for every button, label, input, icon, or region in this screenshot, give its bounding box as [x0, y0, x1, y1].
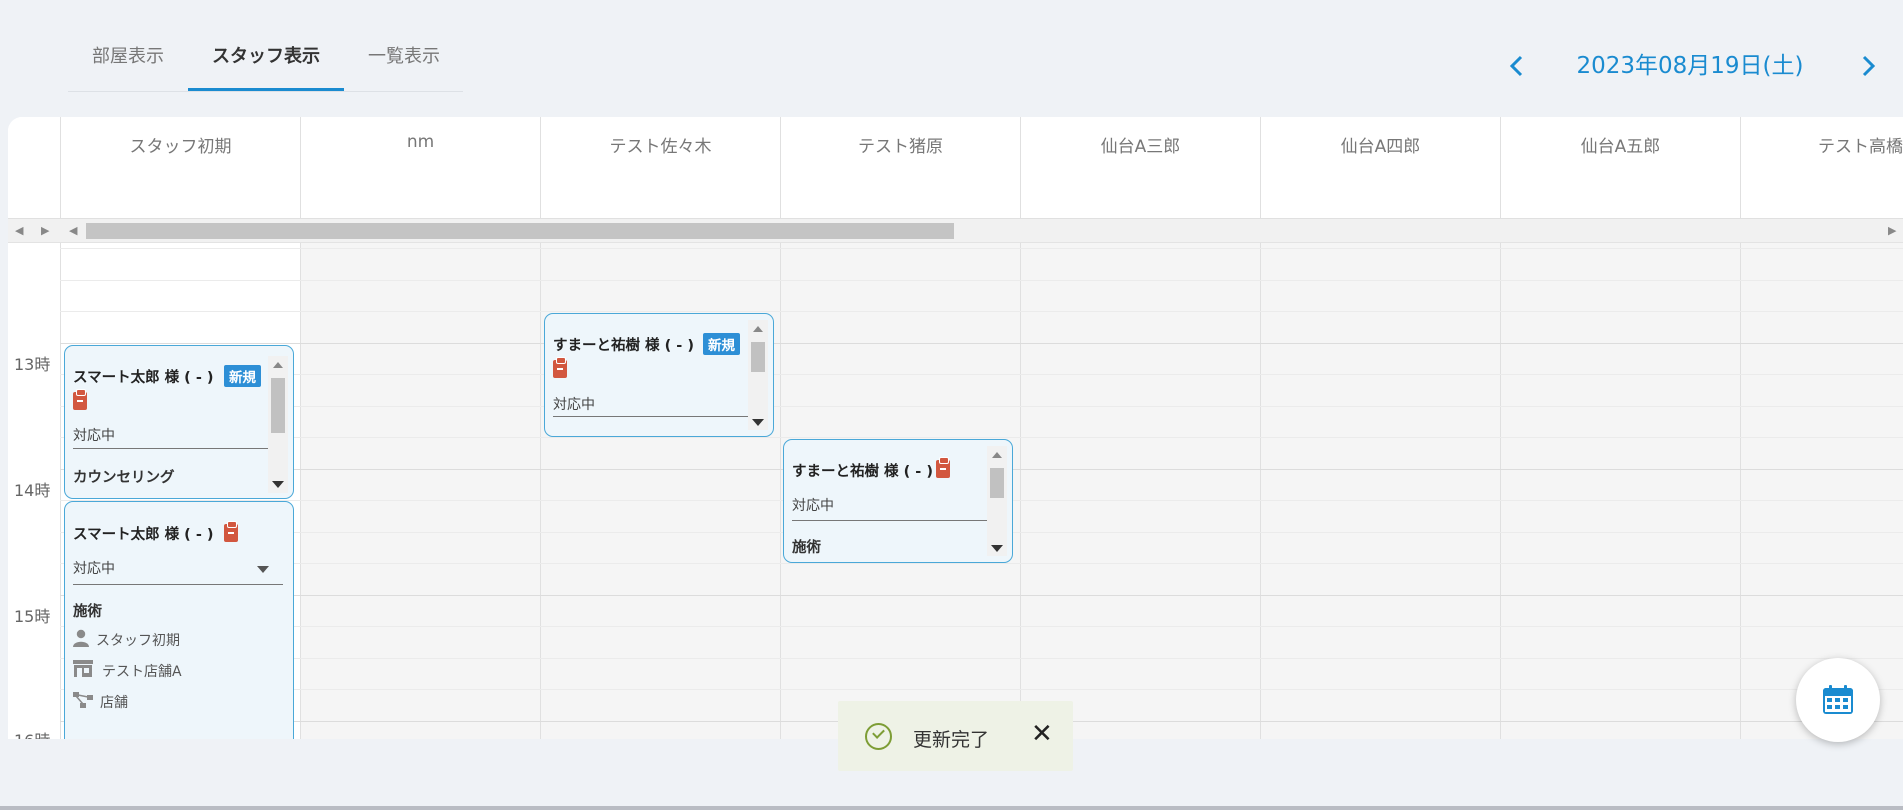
staff-column-header: 仙台A三郎 [1020, 117, 1260, 219]
service-type: カウンセリング [73, 470, 175, 486]
staff-column-header: 仙台A五郎 [1500, 117, 1740, 219]
appointment-card[interactable]: スマート太郎 様 ( - ) 新規 対応中 カウンセリング [64, 345, 294, 499]
scroll-left-icon[interactable]: ◀ [15, 224, 23, 237]
location-type: 店舗 [100, 695, 128, 711]
horizontal-scrollbar[interactable]: ◀ ▶ ◀ ▶ [8, 219, 1903, 243]
scroll-up-icon[interactable] [273, 362, 283, 368]
time-label: 13時 [14, 355, 51, 374]
clipboard-icon[interactable] [553, 357, 567, 378]
close-icon[interactable]: ✕ [1031, 719, 1053, 749]
view-tabs: 部屋表示 スタッフ表示 一覧表示 [68, 30, 463, 92]
assigned-staff: スタッフ初期 [96, 633, 180, 649]
grid-line [8, 248, 1903, 249]
staff-column-header: テスト高橋 [1740, 117, 1903, 219]
customer-name[interactable]: スマート太郎 様 ( - ) [73, 366, 214, 387]
toast-notification: 更新完了 ✕ [838, 701, 1073, 771]
status-underline [73, 448, 268, 449]
status-underline [792, 520, 987, 521]
scroll-down-icon[interactable] [272, 481, 284, 488]
window-bottom-edge [0, 806, 1903, 810]
staff-column-header: スタッフ初期 [60, 117, 300, 219]
status-select[interactable]: 対応中 [73, 425, 115, 445]
staff-column[interactable] [300, 243, 540, 739]
chevron-right-icon[interactable] [1852, 50, 1884, 82]
network-icon [73, 692, 93, 712]
clipboard-icon[interactable] [73, 389, 87, 410]
appointment-card[interactable]: すまーと祐樹 様 ( - ) 新規 対応中 [544, 313, 774, 437]
new-badge: 新規 [703, 333, 740, 355]
active-tab-indicator [188, 88, 344, 91]
scroll-left-icon[interactable]: ◀ [69, 224, 77, 237]
scroll-down-icon[interactable] [752, 419, 764, 426]
store-icon [73, 660, 93, 681]
scheduler-panel: スタッフ初期 nm テスト佐々木 テスト猪原 仙台A三郎 仙台A四郎 仙台A五郎… [8, 117, 1903, 739]
calendar-button[interactable] [1796, 658, 1880, 742]
staff-column-header: テスト猪原 [780, 117, 1020, 219]
clipboard-icon[interactable] [936, 457, 950, 478]
time-label: 14時 [14, 481, 51, 500]
scroll-right-icon[interactable]: ▶ [1888, 224, 1896, 237]
scrollbar-thumb[interactable] [271, 378, 285, 433]
scrollbar-thumb[interactable] [751, 342, 765, 372]
card-scrollbar[interactable] [748, 320, 768, 430]
staff-column-header: 仙台A四郎 [1260, 117, 1500, 219]
status-underline [553, 416, 748, 417]
customer-name[interactable]: すまーと祐樹 様 ( - ) [553, 334, 694, 355]
grid-line [8, 280, 1903, 281]
staff-column[interactable] [1500, 243, 1740, 739]
scroll-down-icon[interactable] [991, 545, 1003, 552]
chevron-left-icon[interactable] [1501, 50, 1533, 82]
staff-column-header: テスト佐々木 [540, 117, 780, 219]
toast-message: 更新完了 [913, 729, 990, 751]
card-scrollbar[interactable] [987, 446, 1007, 556]
card-scrollbar[interactable] [268, 356, 288, 493]
scrollbar-thumb[interactable] [990, 468, 1004, 498]
grid-line [8, 343, 1903, 344]
calendar-icon [1823, 685, 1853, 714]
chevron-down-icon[interactable] [257, 566, 269, 573]
status-underline [73, 584, 283, 585]
tab-room-view[interactable]: 部屋表示 [92, 42, 164, 68]
time-label: 15時 [14, 607, 51, 626]
scroll-up-icon[interactable] [992, 452, 1002, 458]
customer-name[interactable]: スマート太郎 様 ( - ) [73, 523, 214, 544]
staff-column[interactable] [1260, 243, 1500, 739]
store-name: テスト店舗A [102, 664, 182, 680]
new-badge: 新規 [224, 365, 261, 387]
service-type: 施術 [792, 540, 821, 556]
current-date: 2023年08月19日(土) [1576, 53, 1804, 79]
customer-name[interactable]: すまーと祐樹 様 ( - ) [792, 460, 933, 481]
appointment-card[interactable]: すまーと祐樹 様 ( - ) 対応中 施術 [783, 439, 1013, 563]
clipboard-icon[interactable] [224, 521, 238, 542]
scrollbar-thumb[interactable] [86, 223, 954, 239]
staff-column[interactable] [1020, 243, 1260, 739]
scroll-up-icon[interactable] [753, 326, 763, 332]
appointment-card[interactable]: スマート太郎 様 ( - ) 対応中 施術 スタッフ初期 テスト店舗A 店舗 [64, 501, 294, 739]
time-column: 13時 14時 15時 16時 [8, 243, 60, 739]
tab-staff-view[interactable]: スタッフ表示 [212, 42, 320, 68]
service-type: 施術 [73, 604, 102, 620]
staff-header-row: スタッフ初期 nm テスト佐々木 テスト猪原 仙台A三郎 仙台A四郎 仙台A五郎… [8, 117, 1903, 219]
grid-line [8, 311, 1903, 312]
scroll-right-icon[interactable]: ▶ [41, 224, 49, 237]
status-select[interactable]: 対応中 [553, 394, 595, 414]
status-select[interactable]: 対応中 [792, 495, 834, 515]
schedule-grid: 13時 14時 15時 16時 スマート太郎 様 ( - ) 新規 対応中 カウ… [8, 243, 1903, 739]
person-icon [73, 629, 89, 651]
status-select[interactable]: 対応中 [73, 558, 115, 578]
time-label: 16時 [14, 727, 50, 739]
tab-list-view[interactable]: 一覧表示 [368, 42, 440, 68]
check-circle-icon [865, 723, 892, 750]
staff-column-header: nm [300, 117, 540, 219]
